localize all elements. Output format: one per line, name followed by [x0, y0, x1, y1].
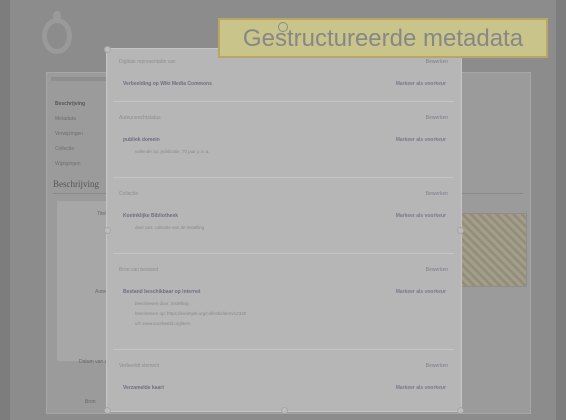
section-title: Bron van bestand — [119, 267, 159, 273]
nav-item[interactable]: Metadata — [55, 112, 85, 127]
section-title: Collectie — [119, 191, 139, 197]
mark-preferred-link[interactable]: Markeer als voorkeur — [396, 133, 446, 147]
section-heading: Beschrijving — [53, 179, 99, 189]
metadata-section: Digitale representatie van Bewerken Verb… — [113, 55, 454, 102]
wikimedia-logo-icon — [42, 11, 72, 54]
edit-link[interactable]: Bewerken — [426, 187, 448, 201]
qualifier-text: beschreven op: https://example.org/colle… — [135, 311, 247, 316]
property-value[interactable]: Verzamelde kaart — [123, 381, 164, 395]
slide-title: Gestructureerde metadata — [242, 25, 524, 52]
qualifier-text: deel van: collectie van de instelling — [135, 225, 205, 230]
nav-item[interactable]: Wijzigingen — [55, 157, 85, 172]
resize-handle[interactable] — [457, 407, 464, 414]
property-value[interactable]: Verbeelding op Wiki Media Commons — [123, 77, 212, 91]
qualifier-text: url: www.voorbeeld.org/item — [135, 321, 191, 326]
mark-preferred-link[interactable]: Markeer als voorkeur — [396, 77, 446, 91]
qualifier-text: vallende op: publicatie, 70 jaar p.m.a. — [135, 149, 210, 154]
edit-link[interactable]: Bewerken — [426, 263, 448, 277]
resize-handle[interactable] — [104, 407, 111, 414]
structured-metadata-panel: Digitale representatie van Bewerken Verb… — [104, 46, 464, 414]
nav-item[interactable]: Beschrijving — [55, 97, 85, 112]
mark-preferred-link[interactable]: Markeer als voorkeur — [396, 209, 446, 223]
mark-preferred-link[interactable]: Markeer als voorkeur — [396, 381, 446, 395]
qualifier-text: beschreven door: instelling — [135, 301, 189, 306]
edit-link[interactable]: Bewerken — [426, 359, 448, 373]
resize-handle[interactable] — [104, 46, 111, 53]
metadata-section: Auteursrechtstatus Bewerken publiek dome… — [113, 111, 454, 178]
resize-handle[interactable] — [457, 227, 464, 234]
mark-preferred-link[interactable]: Markeer als voorkeur — [396, 285, 446, 299]
field-label: Titel — [97, 211, 107, 217]
nav-item[interactable]: Collectie — [55, 142, 85, 157]
slide-title-banner: Gestructureerde metadata — [218, 18, 548, 58]
resize-handle[interactable] — [104, 227, 111, 234]
metadata-section: Verbeeldt element Bewerken Verzamelde ka… — [113, 359, 454, 405]
section-title: Digitale representatie van — [119, 59, 176, 65]
section-title: Auteursrechtstatus — [119, 115, 161, 121]
nav-item[interactable]: Verwijzingen — [55, 127, 85, 142]
info-column — [57, 201, 107, 361]
metadata-section: Collectie Bewerken Koninklijke Bibliothe… — [113, 187, 454, 254]
page-footer: Bron — [85, 399, 96, 405]
resize-handle[interactable] — [281, 407, 288, 414]
property-value[interactable]: Koninklijke Bibliotheek — [123, 209, 178, 223]
edit-link[interactable]: Bewerken — [426, 111, 448, 125]
metadata-section: Bron van bestand Bewerken Bestand beschi… — [113, 263, 454, 350]
property-value[interactable]: publiek domein — [123, 133, 160, 147]
map-thumbnail-image[interactable] — [459, 213, 527, 287]
mouse-cursor-icon — [278, 22, 288, 32]
side-navigation: Beschrijving Metadata Verwijzingen Colle… — [55, 97, 85, 172]
property-value[interactable]: Bestand beschikbaar op internet — [123, 285, 201, 299]
section-title: Verbeeldt element — [119, 363, 160, 369]
